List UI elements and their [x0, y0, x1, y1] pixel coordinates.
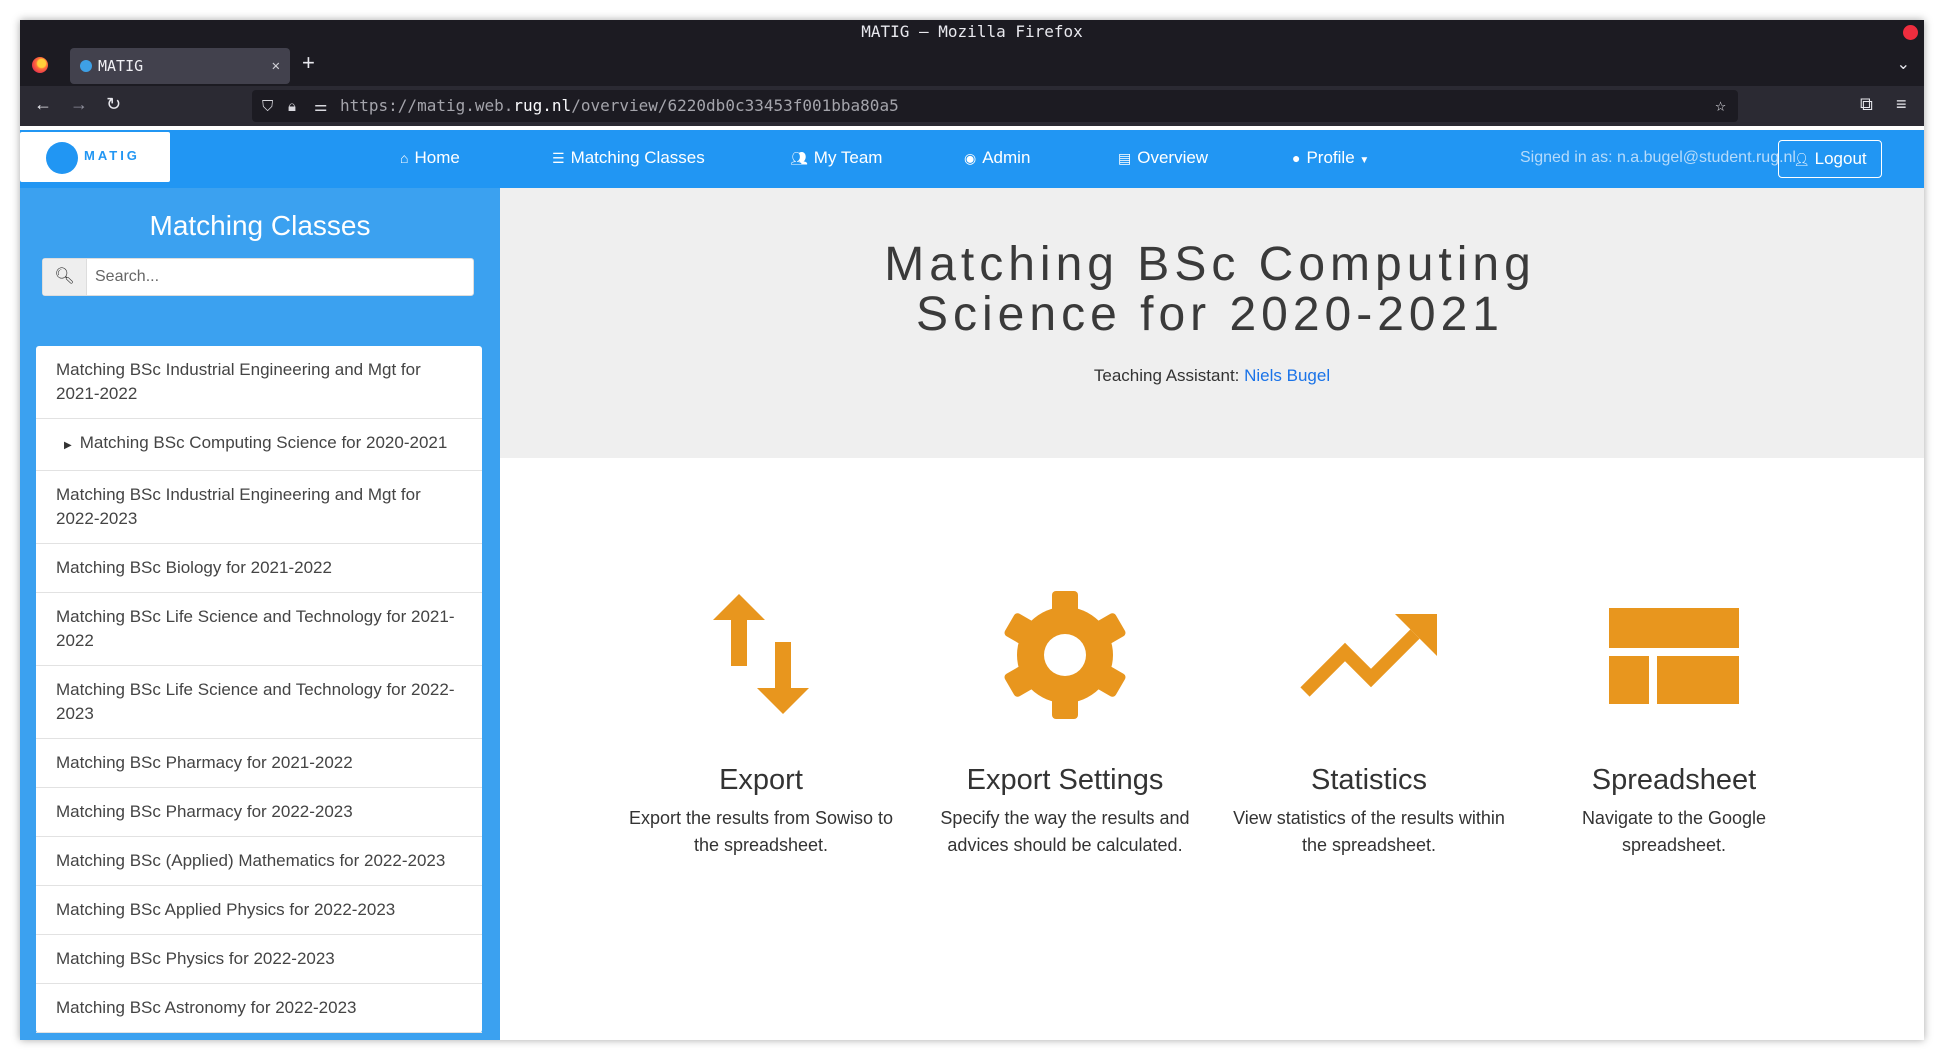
logout-button[interactable]: 👤︎ Logout	[1778, 140, 1882, 178]
caret-down-icon: ▼	[1359, 155, 1370, 166]
app-logo[interactable]: MATIG	[20, 132, 170, 182]
card-export[interactable]: Export Export the results from Sowiso to…	[616, 590, 906, 859]
account-icon: ●	[1292, 150, 1301, 166]
list-item-label: Matching BSc Life Science and Technology…	[56, 607, 455, 650]
sidebar: Matching Classes 🔍︎ Matching BSc Industr…	[20, 188, 500, 1040]
card-statistics[interactable]: Statistics View statistics of the result…	[1224, 590, 1514, 859]
nav-admin[interactable]: ◉ Admin	[964, 148, 1030, 168]
signed-in-text: Signed in as: n.a.bugel@student.rug.nl	[1520, 149, 1796, 166]
ta-name-link[interactable]: Niels Bugel	[1244, 366, 1330, 385]
browser-toolbar: ← → ↻ ⛉ 🔒︎ ⚌ https://matig.web.rug.nl/ov…	[20, 86, 1924, 126]
ta-label: Teaching Assistant:	[1093, 366, 1240, 385]
card-title: Export	[719, 764, 803, 796]
class-list: Matching BSc Industrial Engineering and …	[36, 346, 482, 1033]
home-icon: ⌂	[400, 150, 409, 166]
permissions-icon[interactable]: ⚌	[314, 90, 327, 122]
list-item-label: Matching BSc Pharmacy for 2021-2022	[56, 753, 353, 772]
people-icon: 👥︎	[790, 150, 808, 166]
list-icon: ☰	[552, 150, 565, 166]
card-description: Export the results from Sowiso to the sp…	[628, 808, 894, 855]
browser-tab[interactable]: MATIG ✕	[70, 48, 290, 84]
browser-window: MATIG — Mozilla Firefox MATIG ✕ + ⌄ ← → …	[20, 20, 1924, 1040]
list-item-label: Matching BSc Physics for 2022-2023	[56, 949, 335, 968]
search-icon: 🔍︎	[43, 259, 87, 295]
extensions-icon[interactable]: ⧉	[1860, 94, 1873, 115]
list-item[interactable]: Matching BSc Applied Physics for 2022-20…	[36, 886, 482, 935]
card-description: Navigate to the Google spreadsheet.	[1581, 808, 1767, 855]
admin-icon: ◉	[964, 150, 977, 166]
window-close-button[interactable]	[1903, 25, 1918, 40]
app-navbar: MATIG ⌂ Home ☰ Matching Classes 👥︎ My Team …	[20, 130, 1924, 188]
overview-icon: ▤	[1118, 150, 1132, 166]
lock-icon[interactable]: 🔒︎	[288, 90, 296, 122]
new-tab-icon[interactable]: +	[302, 50, 315, 76]
window-title: MATIG — Mozilla Firefox	[861, 22, 1083, 41]
search-input[interactable]	[95, 265, 455, 289]
list-item[interactable]: Matching BSc Biology for 2021-2022	[36, 544, 482, 593]
logo-icon	[46, 142, 78, 174]
list-item[interactable]: Matching BSc Physics for 2022-2023	[36, 935, 482, 984]
tab-close-icon[interactable]: ✕	[272, 48, 280, 84]
url-host: rug.nl	[513, 96, 572, 115]
window-titlebar: MATIG — Mozilla Firefox	[20, 20, 1924, 44]
list-item-label: Matching BSc Applied Physics for 2022-20…	[56, 900, 396, 919]
tab-strip: MATIG ✕ + ⌄	[20, 44, 1924, 86]
tab-favicon-icon	[80, 60, 92, 72]
list-item-label: Matching BSc Pharmacy for 2022-2023	[56, 802, 353, 821]
card-title: Spreadsheet	[1591, 764, 1757, 796]
list-item[interactable]: Matching BSc Life Science and Technology…	[36, 593, 482, 666]
list-item[interactable]: Matching BSc (Applied) Mathematics for 2…	[36, 837, 482, 886]
forward-icon[interactable]: →	[70, 94, 88, 115]
list-item-label: Matching BSc Astronomy for 2022-2023	[56, 998, 357, 1017]
person-icon: 👤︎	[1793, 152, 1810, 167]
list-item-label: Matching BSc (Applied) Mathematics for 2…	[56, 851, 446, 870]
card-spreadsheet[interactable]: Spreadsheet Navigate to the Google sprea…	[1529, 590, 1819, 859]
back-icon[interactable]: ←	[34, 94, 52, 115]
page-title: Matching BSc Computing Science for 2020-…	[884, 238, 1536, 341]
list-item[interactable]: Matching BSc Industrial Engineering and …	[36, 346, 482, 419]
nav-profile[interactable]: ● Profile ▼	[1292, 148, 1369, 168]
list-item-label: Matching BSc Life Science and Technology…	[56, 680, 455, 723]
nav-my-team[interactable]: 👥︎ My Team	[790, 148, 882, 168]
tab-title: MATIG	[98, 57, 144, 75]
swap-vert-icon	[713, 594, 809, 714]
firefox-icon	[32, 57, 48, 73]
list-item[interactable]: Matching BSc Astronomy for 2022-2023	[36, 984, 482, 1033]
card-export-settings[interactable]: Export Settings Specify the way the resu…	[920, 590, 1210, 859]
spreadsheet-icon	[1609, 608, 1739, 704]
list-item-label: Matching BSc Industrial Engineering and …	[56, 485, 421, 528]
list-item[interactable]: Matching BSc Pharmacy for 2022-2023	[36, 788, 482, 837]
list-item[interactable]: Matching BSc Pharmacy for 2021-2022	[36, 739, 482, 788]
bookmark-star-icon[interactable]: ☆	[1715, 90, 1726, 122]
nav-overview[interactable]: ▤ Overview	[1118, 148, 1208, 168]
teaching-assistant: Teaching Assistant: Niels Bugel	[500, 366, 1924, 386]
list-item-label: Matching BSc Biology for 2021-2022	[56, 558, 332, 577]
sidebar-title: Matching Classes	[149, 210, 371, 241]
card-title: Statistics	[1310, 764, 1428, 796]
url-path: /overview/6220db0c33453f001bba80a5	[571, 96, 899, 115]
list-item[interactable]: Matching BSc Life Science and Technology…	[36, 666, 482, 739]
settings-gear-icon	[1004, 591, 1126, 719]
nav-home[interactable]: ⌂ Home	[400, 148, 460, 168]
logo-text: MATIG	[84, 148, 140, 163]
url-scheme: https://matig.web.	[340, 96, 514, 115]
card-title: Export Settings	[966, 764, 1164, 796]
list-item-label: Matching BSc Industrial Engineering and …	[56, 360, 421, 403]
trending-up-icon	[1300, 614, 1437, 697]
card-description: Specify the way the results and advices …	[940, 808, 1190, 855]
chevron-down-icon[interactable]: ⌄	[1897, 54, 1910, 74]
list-item-active[interactable]: ▶ Matching BSc Computing Science for 2020…	[36, 419, 482, 471]
nav-matching-classes[interactable]: ☰ Matching Classes	[552, 148, 705, 168]
hero-section: Matching BSc Computing Science for 2020-…	[500, 188, 1924, 458]
url-bar[interactable]: ⛉ 🔒︎ ⚌ https://matig.web.rug.nl/overview…	[252, 90, 1738, 122]
menu-icon[interactable]: ≡	[1896, 94, 1907, 115]
shield-icon[interactable]: ⛉	[262, 90, 273, 122]
card-description: View statistics of the results within th…	[1233, 808, 1505, 855]
caret-right-icon: ▶	[64, 440, 72, 451]
search-box[interactable]: 🔍︎	[42, 258, 474, 296]
list-item-label: Matching BSc Computing Science for 2020-…	[79, 433, 448, 452]
list-item[interactable]: Matching BSc Industrial Engineering and …	[36, 471, 482, 544]
reload-icon[interactable]: ↻	[106, 94, 121, 115]
